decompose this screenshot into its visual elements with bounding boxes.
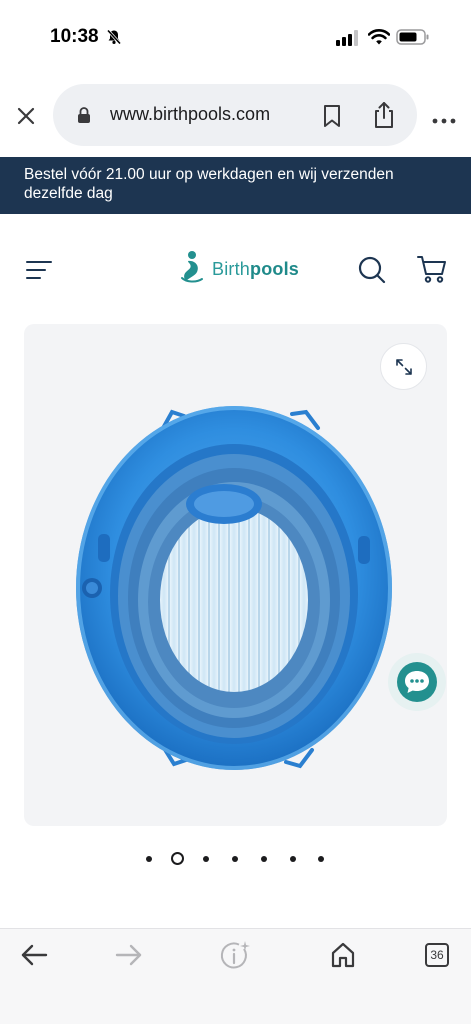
back-arrow-icon[interactable]	[20, 943, 48, 972]
site-logo[interactable]: Birthpools	[180, 250, 299, 289]
battery-icon	[396, 29, 430, 50]
announcement-text: Bestel vóór 21.00 uur op werkdagen en wi…	[24, 166, 394, 202]
site-header: Birthpools	[0, 240, 471, 300]
browser-address-bar: www.birthpools.com	[0, 84, 471, 148]
logo-mark-icon	[180, 250, 206, 289]
gallery-pagination	[0, 852, 471, 866]
gallery-dot[interactable]	[203, 856, 209, 862]
inflatable-birth-pool-image	[76, 406, 392, 770]
announcement-banner: Bestel vóór 21.00 uur op werkdagen en wi…	[0, 157, 471, 214]
lock-icon	[77, 106, 91, 129]
gallery-dot[interactable]	[290, 856, 296, 862]
logo-text-part2: pools	[250, 258, 300, 279]
browser-toolbar: 36	[0, 928, 471, 1024]
expand-image-button[interactable]	[380, 343, 427, 390]
chat-button[interactable]	[388, 653, 446, 711]
gallery-dot[interactable]	[146, 856, 152, 862]
share-icon[interactable]	[372, 101, 396, 134]
forward-arrow-icon[interactable]	[115, 943, 143, 972]
bookmark-icon[interactable]	[321, 104, 343, 133]
search-icon[interactable]	[358, 256, 386, 289]
gallery-dot-active[interactable]	[171, 852, 184, 865]
expand-icon	[396, 359, 412, 375]
gallery-dot[interactable]	[318, 856, 324, 862]
home-icon[interactable]	[330, 942, 356, 973]
url-field[interactable]: www.birthpools.com	[53, 84, 417, 146]
close-icon[interactable]	[14, 104, 38, 128]
more-icon[interactable]	[432, 112, 456, 130]
cart-icon[interactable]	[417, 254, 447, 289]
menu-icon[interactable]	[26, 260, 52, 285]
gallery-dot[interactable]	[232, 856, 238, 862]
logo-text-part1: Birth	[212, 258, 251, 279]
status-time: 10:38	[50, 26, 99, 47]
product-gallery[interactable]	[24, 324, 447, 826]
tabs-icon[interactable]: 36	[425, 943, 449, 967]
chat-bubble-icon	[405, 671, 429, 693]
url-text: www.birthpools.com	[110, 104, 271, 124]
status-bar: 10:38	[0, 0, 471, 72]
logo-text: Birthpools	[212, 259, 299, 280]
gallery-dot[interactable]	[261, 856, 267, 862]
wifi-icon	[367, 28, 391, 51]
info-sparkle-icon[interactable]	[220, 940, 252, 977]
cellular-signal-icon	[336, 30, 360, 51]
bell-muted-icon	[106, 29, 122, 50]
